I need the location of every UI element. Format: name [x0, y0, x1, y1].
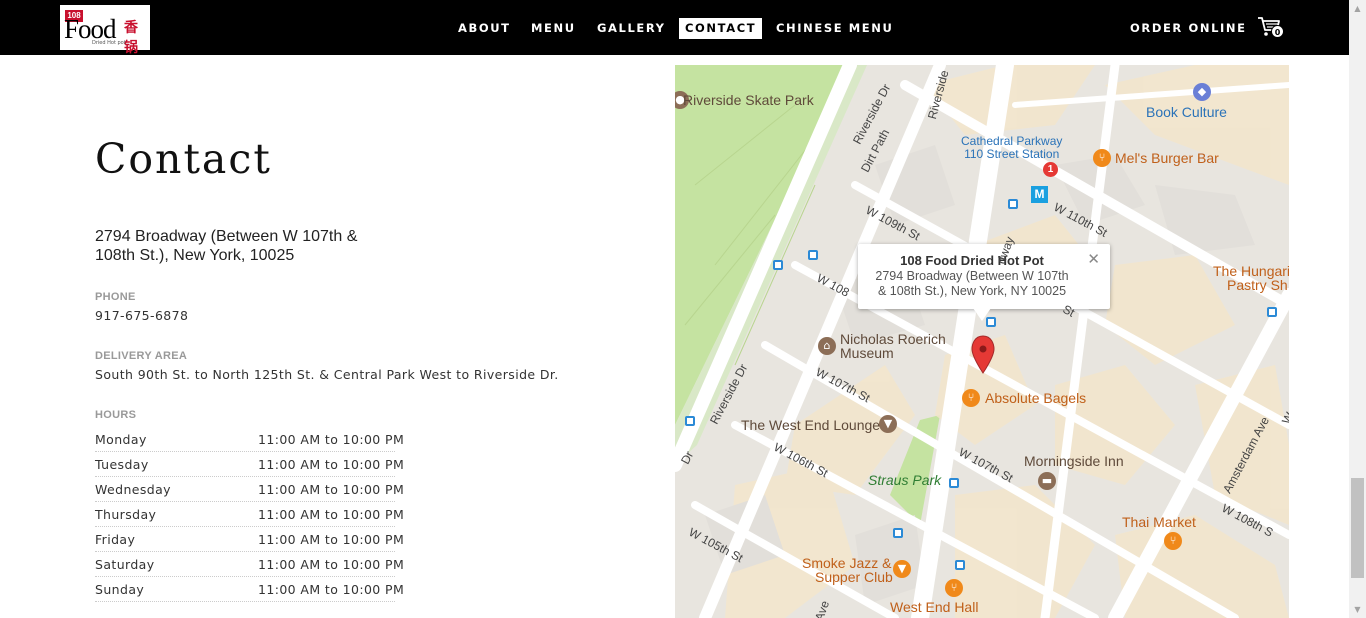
hours-row: Saturday 11:00 AM to 10:00 PM [95, 552, 404, 577]
map-label: West End Hall [890, 599, 979, 615]
delivery-area-label: DELIVERY AREA [95, 350, 188, 362]
hours-row: Sunday 11:00 AM to 10:00 PM [95, 577, 404, 602]
hours-row: Monday 11:00 AM to 10:00 PM [95, 427, 404, 452]
info-window-address: 2794 Broadway (Between W 107th & 108th S… [858, 269, 1086, 299]
delivery-area-text: South 90th St. to North 125th St. & Cent… [95, 367, 559, 382]
hours-row: Tuesday 11:00 AM to 10:00 PM [95, 452, 404, 477]
bus-stop-icon[interactable] [685, 416, 695, 426]
bar-icon[interactable]: ▼ [879, 415, 897, 433]
restaurant-icon[interactable]: ⑂ [962, 389, 980, 407]
hours-day: Saturday [95, 557, 155, 572]
map-label: Straus Park [868, 472, 942, 488]
hours-time: 11:00 AM to 10:00 PM [258, 507, 405, 522]
restaurant-icon[interactable]: ⑂ [1164, 532, 1182, 550]
hours-label: HOURS [95, 409, 137, 421]
subway-line-1-icon[interactable]: 1 [1043, 162, 1058, 177]
museum-icon[interactable]: ⌂ [818, 337, 836, 355]
bus-stop-icon[interactable] [893, 528, 903, 538]
hours-day: Wednesday [95, 482, 171, 497]
hours-day: Sunday [95, 582, 145, 597]
hours-time: 11:00 AM to 10:00 PM [258, 482, 405, 497]
close-icon[interactable]: ✕ [1087, 250, 1100, 268]
phone-label: PHONE [95, 291, 136, 303]
hours-time: 11:00 AM to 10:00 PM [258, 582, 405, 597]
hours-time: 11:00 AM to 10:00 PM [258, 457, 405, 472]
bus-stop-icon[interactable] [955, 560, 965, 570]
address-line-2: 108th St.), New York, 10025 [95, 247, 295, 264]
map-label: Cathedral Parkway [961, 134, 1063, 148]
map-label: The West End Lounge [741, 417, 881, 433]
map-label: Riverside Skate Park [683, 92, 814, 108]
bus-stop-icon[interactable] [949, 478, 959, 488]
hours-row: Friday 11:00 AM to 10:00 PM [95, 527, 404, 552]
map-label: Book Culture [1146, 104, 1227, 120]
nav-menu[interactable]: MENU [531, 18, 576, 39]
hours-time: 11:00 AM to 10:00 PM [258, 557, 405, 572]
hotel-icon[interactable]: ▬ [1038, 472, 1056, 490]
hours-day: Friday [95, 532, 136, 547]
page-title: Contact [95, 135, 272, 183]
bus-stop-icon[interactable] [986, 317, 996, 327]
map-label: Morningside Inn [1024, 453, 1124, 469]
bus-stop-icon[interactable] [1267, 307, 1277, 317]
bar-icon[interactable]: ▼ [893, 560, 911, 578]
map-label: Mel's Burger Bar [1115, 150, 1219, 166]
info-window-title: 108 Food Dried Hot Pot [900, 253, 1044, 268]
hours-time: 11:00 AM to 10:00 PM [258, 432, 405, 447]
info-window-address-line: & 108th St.), New York, NY 10025 [877, 284, 1067, 298]
nav-gallery[interactable]: GALLERY [597, 18, 666, 39]
order-online-link[interactable]: ORDER ONLINE [1130, 18, 1247, 39]
map-label: Thai Market [1122, 514, 1196, 530]
top-navbar: 108 Food 香锅 Dried Hot pot ABOUT MENU GAL… [0, 0, 1349, 56]
nav-contact[interactable]: CONTACT [679, 18, 763, 39]
cart-button[interactable]: 0 [1257, 15, 1285, 41]
logo-chinese: 香锅 [124, 20, 138, 56]
map-info-window: 108 Food Dried Hot Pot 2794 Broadway (Be… [858, 244, 1110, 321]
nav-chinese-menu[interactable]: CHINESE MENU [776, 18, 893, 39]
restaurant-icon[interactable]: ⑂ [1093, 149, 1111, 167]
map-label: Supper Club [815, 569, 893, 585]
hours-day: Thursday [95, 507, 157, 522]
address: 2794 Broadway (Between W 107th & 108th S… [95, 227, 395, 265]
scroll-down-icon[interactable]: ▼ [1349, 601, 1366, 618]
page-scrollbar[interactable]: ▲ ▼ [1349, 0, 1366, 618]
hours-row: Thursday 11:00 AM to 10:00 PM [95, 502, 404, 527]
logo-tagline: Dried Hot pot [92, 40, 126, 46]
cart-count-badge: 0 [1271, 25, 1284, 38]
bus-stop-icon[interactable] [773, 260, 783, 270]
bus-stop-icon[interactable] [808, 250, 818, 260]
address-line-1: 2794 Broadway (Between W 107th & [95, 228, 358, 245]
map-label: 110 Street Station [964, 147, 1060, 161]
hours-row: Wednesday 11:00 AM to 10:00 PM [95, 477, 404, 502]
info-window-address-line: 2794 Broadway (Between W 107th [875, 269, 1069, 283]
hours-time: 11:00 AM to 10:00 PM [258, 532, 405, 547]
map-label: Pastry Sh [1227, 277, 1288, 293]
book-poi-icon[interactable]: ◆ [1193, 83, 1211, 101]
hours-day: Tuesday [95, 457, 149, 472]
map-label: Cathedral Parkway 110 Street Station [961, 135, 1062, 161]
restaurant-icon[interactable]: ⑂ [945, 579, 963, 597]
hours-table: Monday 11:00 AM to 10:00 PM Tuesday 11:00 … [95, 427, 404, 602]
hours-day: Monday [95, 432, 147, 447]
bus-stop-icon[interactable] [1008, 199, 1018, 209]
scrollbar-thumb[interactable] [1351, 478, 1364, 578]
metro-station-icon[interactable]: M [1031, 186, 1048, 203]
scroll-up-icon[interactable]: ▲ [1349, 0, 1366, 17]
logo[interactable]: 108 Food 香锅 Dried Hot pot [60, 5, 150, 56]
location-map[interactable]: 108 Food Dried Hot Pot 2794 Broadway (Be… [675, 65, 1289, 618]
phone-number[interactable]: 917-675-6878 [95, 308, 188, 323]
map-label: Absolute Bagels [985, 390, 1087, 406]
nav-about[interactable]: ABOUT [458, 18, 511, 39]
map-label: Museum [840, 345, 894, 361]
